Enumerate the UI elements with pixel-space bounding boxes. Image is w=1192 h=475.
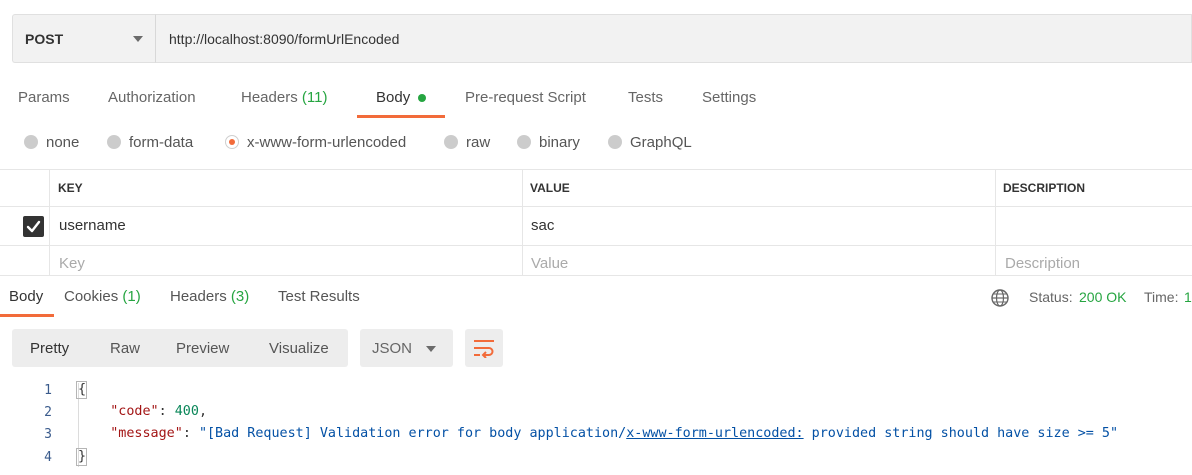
new-description-input[interactable]: Description	[1005, 255, 1080, 272]
code-line: "code": 400,	[110, 404, 207, 419]
bracket-match-highlight	[76, 381, 87, 399]
check-icon	[26, 220, 41, 233]
url-value: http://localhost:8090/formUrlEncoded	[169, 31, 400, 47]
method-select[interactable]: POST	[12, 14, 155, 63]
url-input[interactable]: http://localhost:8090/formUrlEncoded	[155, 14, 1192, 63]
response-tab-test-results[interactable]: Test Results	[278, 288, 360, 305]
time-label: Time:	[1144, 289, 1179, 305]
divider	[522, 169, 523, 276]
column-header-value: VALUE	[530, 181, 570, 195]
divider	[0, 206, 1192, 207]
active-tab-indicator	[0, 314, 54, 317]
format-label: JSON	[372, 340, 413, 357]
radio-label: GraphQL	[630, 134, 692, 151]
radio-button-selected	[225, 135, 239, 149]
new-value-input[interactable]: Value	[531, 255, 568, 272]
status-label: Status:	[1029, 289, 1073, 305]
response-tab-headers[interactable]: Headers (3)	[170, 288, 249, 305]
column-header-key: KEY	[58, 181, 83, 195]
json-string-link[interactable]: x-www-form-urlencoded:	[626, 426, 803, 441]
url-bar: POST http://localhost:8090/formUrlEncode…	[12, 14, 1192, 63]
tab-label: Headers	[170, 288, 227, 305]
tab-label: Cookies	[64, 288, 119, 305]
radio-label: raw	[466, 134, 491, 151]
tab-params[interactable]: Params	[18, 89, 70, 115]
response-tab-cookies[interactable]: Cookies (1)	[64, 288, 141, 305]
tab-headers-count: (11)	[301, 89, 328, 106]
line-number: 2	[44, 405, 52, 420]
active-tab-indicator	[357, 115, 445, 118]
raw-button[interactable]: Raw	[110, 340, 140, 357]
tab-count: (3)	[230, 288, 250, 305]
divider	[0, 169, 1192, 170]
view-mode-group: Pretty Raw Preview Visualize	[12, 329, 348, 367]
wrap-lines-button[interactable]	[465, 329, 503, 367]
radio-label: x-www-form-urlencoded	[247, 134, 407, 151]
divider	[0, 245, 1192, 246]
globe-icon[interactable]	[990, 288, 1010, 308]
code-line: }	[76, 448, 87, 466]
radio-label: binary	[539, 134, 580, 151]
tab-headers[interactable]: Headers (11)	[241, 89, 327, 115]
pretty-button[interactable]: Pretty	[30, 340, 69, 357]
json-key: "message"	[110, 426, 183, 441]
chevron-down-icon	[426, 346, 436, 352]
radio-button	[517, 135, 531, 149]
radio-label: form-data	[129, 134, 194, 151]
tab-authorization[interactable]: Authorization	[108, 89, 196, 115]
divider	[995, 169, 996, 276]
radio-button	[24, 135, 38, 149]
json-key: "code"	[110, 404, 159, 419]
line-number: 4	[44, 450, 52, 465]
body-modified-dot-icon	[418, 94, 426, 102]
method-label: POST	[25, 31, 64, 47]
params-table: KEY VALUE DESCRIPTION username sac Key V…	[0, 169, 1192, 276]
tab-body[interactable]: Body	[376, 89, 410, 115]
json-number: 400	[174, 404, 199, 419]
radio-label: none	[46, 134, 80, 151]
code-line: "message": "[Bad Request] Validation err…	[110, 426, 1119, 441]
column-header-description: DESCRIPTION	[1003, 181, 1086, 195]
tab-headers-label: Headers	[241, 89, 298, 106]
wrap-lines-icon	[474, 340, 494, 358]
tab-count: (1)	[122, 288, 141, 305]
bracket-match-highlight	[76, 448, 87, 466]
time-value: 1	[1184, 289, 1192, 305]
divider	[0, 275, 1192, 276]
key-cell[interactable]: username	[59, 217, 126, 234]
line-number: 3	[44, 427, 52, 442]
radio-button	[608, 135, 622, 149]
response-tab-body[interactable]: Body	[9, 288, 43, 305]
line-number: 1	[44, 383, 52, 398]
format-select[interactable]: JSON	[360, 329, 453, 367]
code-line: {	[76, 381, 87, 399]
json-string: "[Bad Request] Validation error for body…	[198, 426, 627, 441]
chevron-down-icon	[133, 36, 143, 42]
value-cell[interactable]: sac	[531, 217, 554, 234]
status-value: 200 OK	[1079, 289, 1127, 305]
radio-button	[444, 135, 458, 149]
json-string: provided string should have size >= 5"	[803, 426, 1119, 441]
row-enabled-checkbox[interactable]	[23, 216, 44, 237]
radio-button	[107, 135, 121, 149]
tab-tests[interactable]: Tests	[628, 89, 663, 115]
divider	[49, 169, 50, 276]
new-key-input[interactable]: Key	[59, 255, 85, 272]
preview-button[interactable]: Preview	[176, 340, 229, 357]
tab-settings[interactable]: Settings	[702, 89, 756, 115]
tab-pre-request-script[interactable]: Pre-request Script	[465, 89, 586, 115]
visualize-button[interactable]: Visualize	[269, 340, 329, 357]
